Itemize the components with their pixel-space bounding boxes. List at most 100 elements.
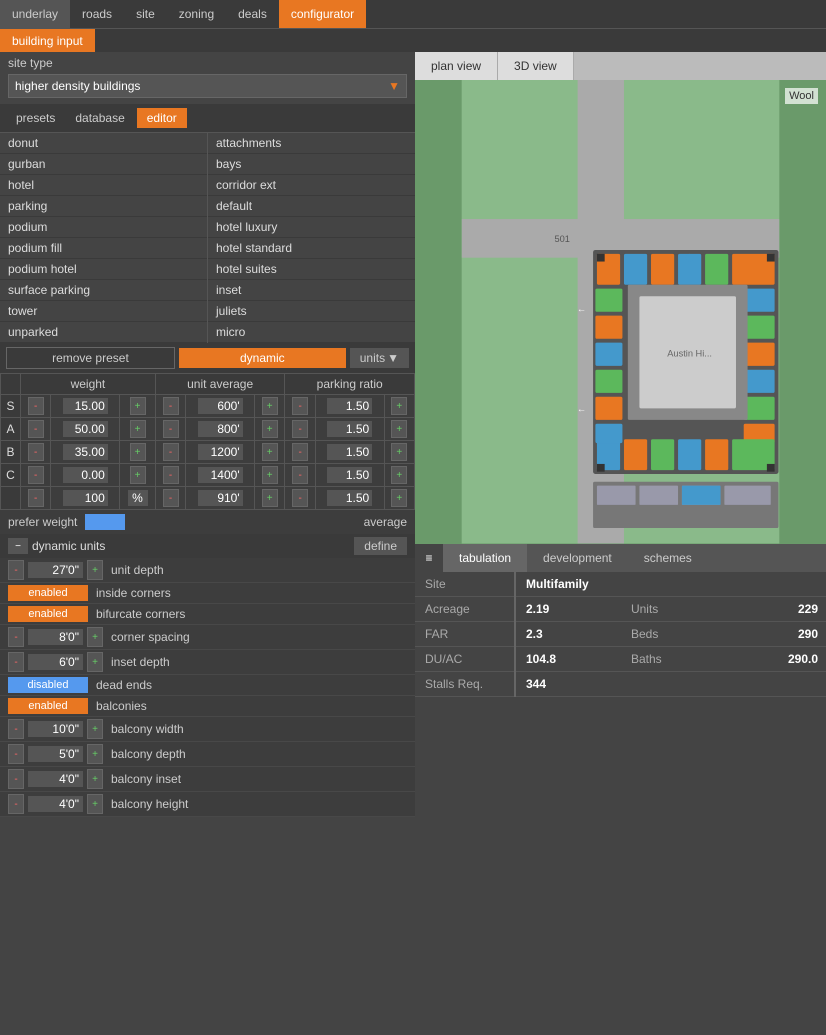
- list-item[interactable]: hotel luxury: [208, 217, 415, 238]
- total-minus-u[interactable]: -: [155, 487, 185, 510]
- list-item[interactable]: bays: [208, 154, 415, 175]
- nav-underlay[interactable]: underlay: [0, 0, 70, 28]
- nav-zoning[interactable]: zoning: [167, 0, 226, 28]
- parking-c[interactable]: [327, 467, 372, 483]
- bottom-menu-icon[interactable]: ≡: [415, 544, 443, 572]
- plus-btn-a-u[interactable]: +: [255, 418, 285, 441]
- weight-total[interactable]: [63, 490, 108, 506]
- parking-s[interactable]: [327, 398, 372, 414]
- total-plus-p[interactable]: +: [384, 487, 414, 510]
- balcony-width-plus[interactable]: +: [87, 719, 103, 739]
- total-minus-p[interactable]: -: [285, 487, 315, 510]
- list-item[interactable]: default: [208, 196, 415, 217]
- balcony-height-plus[interactable]: +: [87, 794, 103, 814]
- minus-btn-c-p[interactable]: -: [285, 464, 315, 487]
- nav-deals[interactable]: deals: [226, 0, 279, 28]
- collapse-button[interactable]: −: [8, 538, 28, 554]
- balcony-height-input[interactable]: [28, 796, 83, 812]
- tab-tabulation[interactable]: tabulation: [443, 544, 527, 572]
- plus-btn-a-w[interactable]: +: [120, 418, 156, 441]
- corner-spacing-input[interactable]: [28, 629, 83, 645]
- corner-spacing-minus[interactable]: -: [8, 627, 24, 647]
- minus-btn-a-w[interactable]: -: [21, 418, 51, 441]
- parking-total[interactable]: [327, 490, 372, 506]
- nav-site[interactable]: site: [124, 0, 167, 28]
- inset-depth-minus[interactable]: -: [8, 652, 24, 672]
- list-item[interactable]: unparked: [0, 322, 207, 343]
- balcony-depth-input[interactable]: [28, 746, 83, 762]
- balconies-toggle[interactable]: enabled: [8, 698, 88, 714]
- list-item[interactable]: attachments: [208, 133, 415, 154]
- unit-avg-b[interactable]: [198, 444, 243, 460]
- tab-development[interactable]: development: [527, 544, 628, 572]
- unit-depth-plus[interactable]: +: [87, 560, 103, 580]
- minus-btn-b-p[interactable]: -: [285, 441, 315, 464]
- unit-depth-minus[interactable]: -: [8, 560, 24, 580]
- plus-btn-c-u[interactable]: +: [255, 464, 285, 487]
- list-item[interactable]: donut: [0, 133, 207, 154]
- map-tab-plan-view[interactable]: plan view: [415, 52, 498, 80]
- weight-s[interactable]: [63, 398, 108, 414]
- parking-a[interactable]: [327, 421, 372, 437]
- inside-corners-toggle[interactable]: enabled: [8, 585, 88, 601]
- list-item[interactable]: parking: [0, 196, 207, 217]
- plus-btn-s-w[interactable]: +: [120, 395, 156, 418]
- weight-b[interactable]: [63, 444, 108, 460]
- database-label[interactable]: database: [67, 109, 132, 127]
- balcony-depth-minus[interactable]: -: [8, 744, 24, 764]
- inset-depth-plus[interactable]: +: [87, 652, 103, 672]
- corner-spacing-plus[interactable]: +: [87, 627, 103, 647]
- units-button[interactable]: units ▼: [350, 348, 409, 368]
- weight-c[interactable]: [63, 467, 108, 483]
- list-item[interactable]: podium: [0, 217, 207, 238]
- balcony-width-minus[interactable]: -: [8, 719, 24, 739]
- list-item[interactable]: hotel suites: [208, 259, 415, 280]
- plus-btn-a-p[interactable]: +: [384, 418, 414, 441]
- unit-avg-total[interactable]: [198, 490, 243, 506]
- minus-btn-c-w[interactable]: -: [21, 464, 51, 487]
- presets-label[interactable]: presets: [8, 109, 63, 127]
- plus-btn-c-w[interactable]: +: [120, 464, 156, 487]
- tab-schemes[interactable]: schemes: [628, 544, 708, 572]
- list-item[interactable]: podium fill: [0, 238, 207, 259]
- subnav-building-input[interactable]: building input: [0, 29, 95, 52]
- site-type-select[interactable]: higher density buildings ▼: [8, 74, 407, 98]
- inset-depth-input[interactable]: [28, 654, 83, 670]
- minus-btn-b-w[interactable]: -: [21, 441, 51, 464]
- balcony-height-minus[interactable]: -: [8, 794, 24, 814]
- bifurcate-corners-toggle[interactable]: enabled: [8, 606, 88, 622]
- unit-avg-a[interactable]: [198, 421, 243, 437]
- nav-configurator[interactable]: configurator: [279, 0, 366, 28]
- unit-avg-s[interactable]: [198, 398, 243, 414]
- unit-avg-c[interactable]: [198, 467, 243, 483]
- plus-btn-b-p[interactable]: +: [384, 441, 414, 464]
- plus-btn-s-p[interactable]: +: [384, 395, 414, 418]
- minus-btn-s-w[interactable]: -: [21, 395, 51, 418]
- plus-btn-b-u[interactable]: +: [255, 441, 285, 464]
- prefer-weight-toggle[interactable]: [85, 514, 125, 530]
- minus-btn-a-p[interactable]: -: [285, 418, 315, 441]
- list-item[interactable]: juliets: [208, 301, 415, 322]
- total-plus-u[interactable]: +: [255, 487, 285, 510]
- dynamic-button[interactable]: dynamic: [179, 348, 346, 368]
- list-item[interactable]: tower: [0, 301, 207, 322]
- minus-btn-s-p[interactable]: -: [285, 395, 315, 418]
- minus-btn-c-u[interactable]: -: [155, 464, 185, 487]
- plus-btn-b-w[interactable]: +: [120, 441, 156, 464]
- minus-btn-a-u[interactable]: -: [155, 418, 185, 441]
- list-item-surface-parking[interactable]: surface parking: [0, 280, 207, 301]
- dead-ends-toggle[interactable]: disabled: [8, 677, 88, 693]
- list-item[interactable]: inset: [208, 280, 415, 301]
- list-item[interactable]: corridor ext: [208, 175, 415, 196]
- plus-btn-s-u[interactable]: +: [255, 395, 285, 418]
- list-item[interactable]: hotel: [0, 175, 207, 196]
- balcony-inset-plus[interactable]: +: [87, 769, 103, 789]
- balcony-width-input[interactable]: [28, 721, 83, 737]
- parking-b[interactable]: [327, 444, 372, 460]
- minus-btn-b-u[interactable]: -: [155, 441, 185, 464]
- list-item[interactable]: podium hotel: [0, 259, 207, 280]
- list-item[interactable]: micro: [208, 322, 415, 343]
- map-tab-3d-view[interactable]: 3D view: [498, 52, 574, 80]
- minus-btn-s-u[interactable]: -: [155, 395, 185, 418]
- plus-btn-c-p[interactable]: +: [384, 464, 414, 487]
